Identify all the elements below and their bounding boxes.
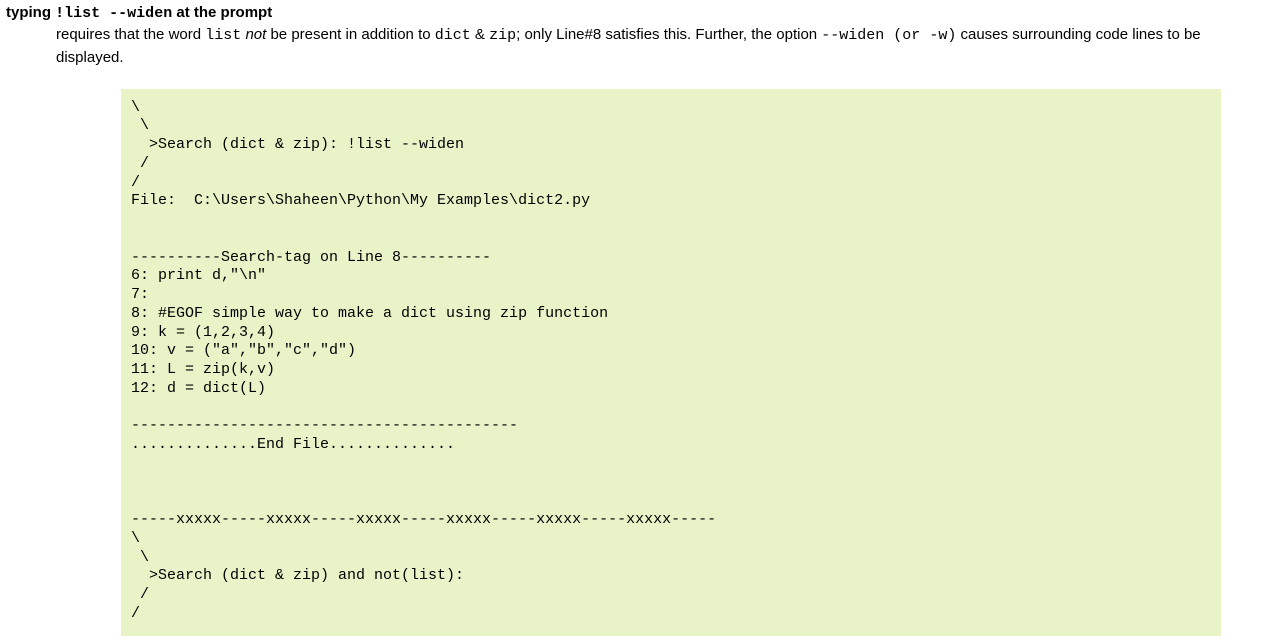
heading-prefix: typing: [6, 4, 55, 21]
desc-code-widen: --widen (or -w): [821, 27, 956, 44]
desc-not: not: [245, 26, 266, 43]
desc-text: &: [471, 26, 489, 43]
description-paragraph: requires that the word list not be prese…: [56, 24, 1272, 69]
desc-text: be present in addition to: [266, 26, 434, 43]
desc-code-list: list: [205, 27, 241, 44]
heading-command: !list --widen: [55, 5, 172, 22]
desc-code-zip: zip: [489, 27, 516, 44]
desc-text: requires that the word: [56, 26, 205, 43]
heading-suffix: at the prompt: [172, 4, 272, 21]
section-heading: typing !list --widen at the prompt: [6, 4, 1272, 22]
desc-text: ; only Line#8 satisfies this. Further, t…: [516, 26, 821, 43]
desc-code-dict: dict: [435, 27, 471, 44]
terminal-output: \ \ >Search (dict & zip): !list --widen …: [121, 89, 1221, 636]
